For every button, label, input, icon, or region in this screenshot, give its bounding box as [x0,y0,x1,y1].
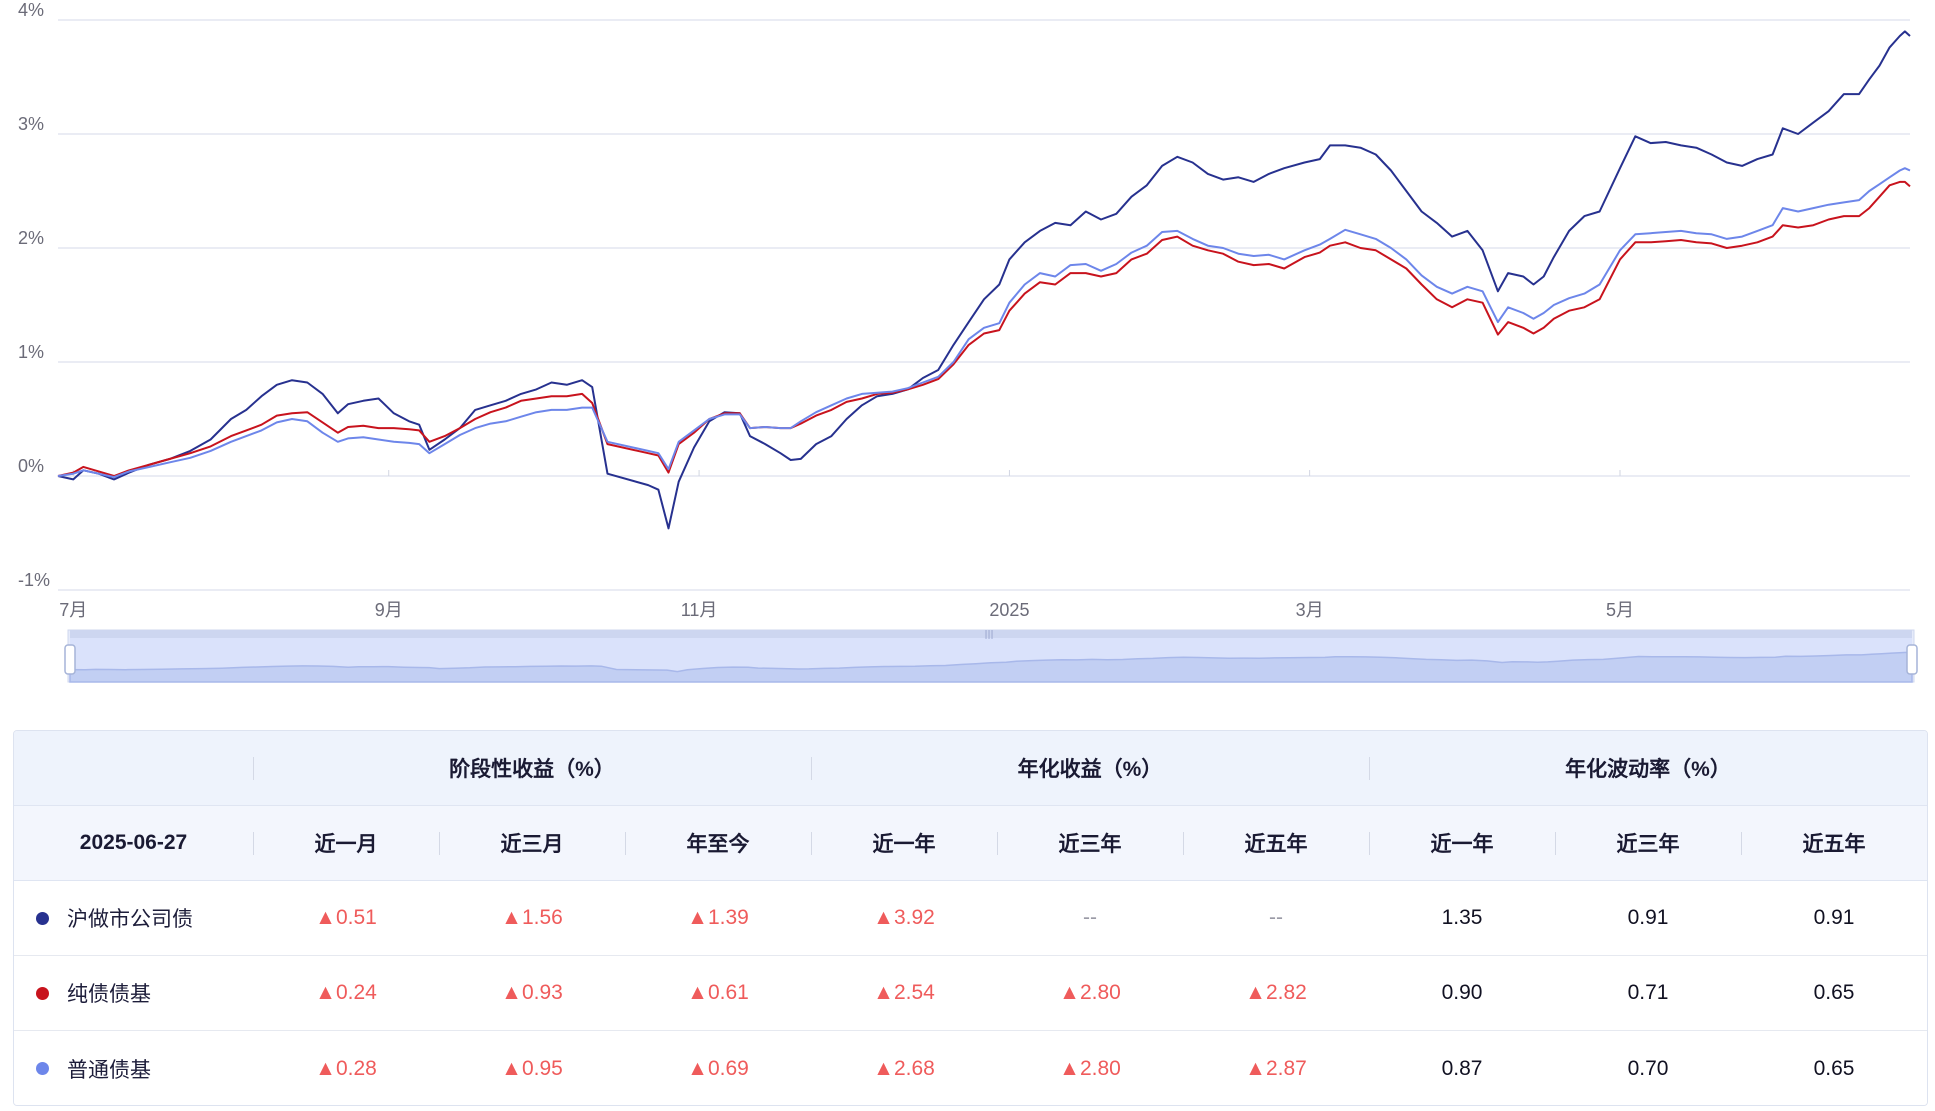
table-sub-header: 2025-06-27 近一月 近三月 年至今 近一年 近三年 近五年 近一年 近… [14,806,1927,881]
table-row: 纯债债基 ▲0.24 ▲0.93 ▲0.61 ▲2.54 ▲2.80 ▲2.82… [14,956,1927,1031]
y-tick-label: 3% [18,114,44,134]
x-tick-label: 3月 [1296,600,1324,620]
series-name: 普通债基 [67,1054,151,1084]
slider-right-handle[interactable] [1907,645,1917,674]
col-header: 近一年 [811,806,997,880]
col-header: 近三月 [439,806,625,880]
series-lines [58,31,1910,528]
x-tick-label: 11月 [681,600,718,620]
series-line-1 [58,31,1910,528]
value-cell: ▲0.24 [253,956,439,1030]
x-tick-label: 9月 [375,600,403,620]
series-color-dot [36,912,49,925]
value-cell: -- [997,881,1183,955]
grid-lines [58,20,1910,590]
value-cell: ▲1.39 [625,881,811,955]
value-cell: ▲3.92 [811,881,997,955]
value-cell: ▲0.93 [439,956,625,1030]
range-slider[interactable]: ||| [65,630,1917,682]
col-header: 年至今 [625,806,811,880]
col-header: 近五年 [1183,806,1369,880]
y-tick-label: 0% [18,456,44,476]
value-cell: ▲2.80 [997,1031,1183,1106]
as-of-date: 2025-06-27 [14,806,253,880]
x-tick-label: 5月 [1606,600,1634,620]
col-header: 近三年 [1555,806,1741,880]
y-tick-label: 1% [18,342,44,362]
y-axis-labels: 4% 3% 2% 1% 0% -1% [18,0,50,590]
value-cell: 0.91 [1555,881,1741,955]
value-cell: ▲2.87 [1183,1031,1369,1106]
performance-chart: 4% 3% 2% 1% 0% -1% 7月 9月 11月 2025 3月 5月 ||| [0,0,1935,700]
value-cell: 0.91 [1741,881,1927,955]
group-header-annual-return: 年化收益（%） [811,731,1369,805]
value-cell: ▲2.68 [811,1031,997,1106]
col-header: 近一年 [1369,806,1555,880]
performance-table: 阶段性收益（%） 年化收益（%） 年化波动率（%） 2025-06-27 近一月… [13,730,1928,1106]
value-cell: ▲0.69 [625,1031,811,1106]
value-cell: 0.65 [1741,1031,1927,1106]
value-cell: ▲2.82 [1183,956,1369,1030]
series-name-cell: 沪做市公司债 [14,881,253,955]
group-header-period-return: 阶段性收益（%） [253,731,811,805]
series-name: 纯债债基 [67,978,151,1008]
y-tick-label: -1% [18,570,50,590]
value-cell: ▲0.51 [253,881,439,955]
value-cell: ▲1.56 [439,881,625,955]
group-header-annual-volatility: 年化波动率（%） [1369,731,1927,805]
value-cell: 1.35 [1369,881,1555,955]
y-tick-label: 4% [18,0,44,20]
x-tick-label: 7月 [59,600,87,620]
slider-grip-icon[interactable]: ||| [984,630,993,640]
table-group-header: 阶段性收益（%） 年化收益（%） 年化波动率（%） [14,731,1927,806]
table-row: 普通债基 ▲0.28 ▲0.95 ▲0.69 ▲2.68 ▲2.80 ▲2.87… [14,1031,1927,1106]
value-cell: -- [1183,881,1369,955]
x-tick-label: 2025 [989,600,1029,620]
series-name: 沪做市公司债 [67,903,193,933]
slider-left-handle[interactable] [65,645,75,674]
value-cell: ▲0.28 [253,1031,439,1106]
header-blank [14,731,253,805]
series-name-cell: 纯债债基 [14,956,253,1030]
y-tick-label: 2% [18,228,44,248]
value-cell: ▲0.61 [625,956,811,1030]
value-cell: 0.70 [1555,1031,1741,1106]
col-header: 近一月 [253,806,439,880]
col-header: 近五年 [1741,806,1927,880]
series-color-dot [36,987,49,1000]
value-cell: ▲2.54 [811,956,997,1030]
series-name-cell: 普通债基 [14,1031,253,1106]
value-cell: 0.90 [1369,956,1555,1030]
value-cell: 0.71 [1555,956,1741,1030]
col-header: 近三年 [997,806,1183,880]
value-cell: 0.87 [1369,1031,1555,1106]
x-axis-labels: 7月 9月 11月 2025 3月 5月 [59,470,1634,620]
value-cell: ▲0.95 [439,1031,625,1106]
value-cell: 0.65 [1741,956,1927,1030]
table-row: 沪做市公司债 ▲0.51 ▲1.56 ▲1.39 ▲3.92 -- -- 1.3… [14,881,1927,956]
series-color-dot [36,1062,49,1075]
value-cell: ▲2.80 [997,956,1183,1030]
